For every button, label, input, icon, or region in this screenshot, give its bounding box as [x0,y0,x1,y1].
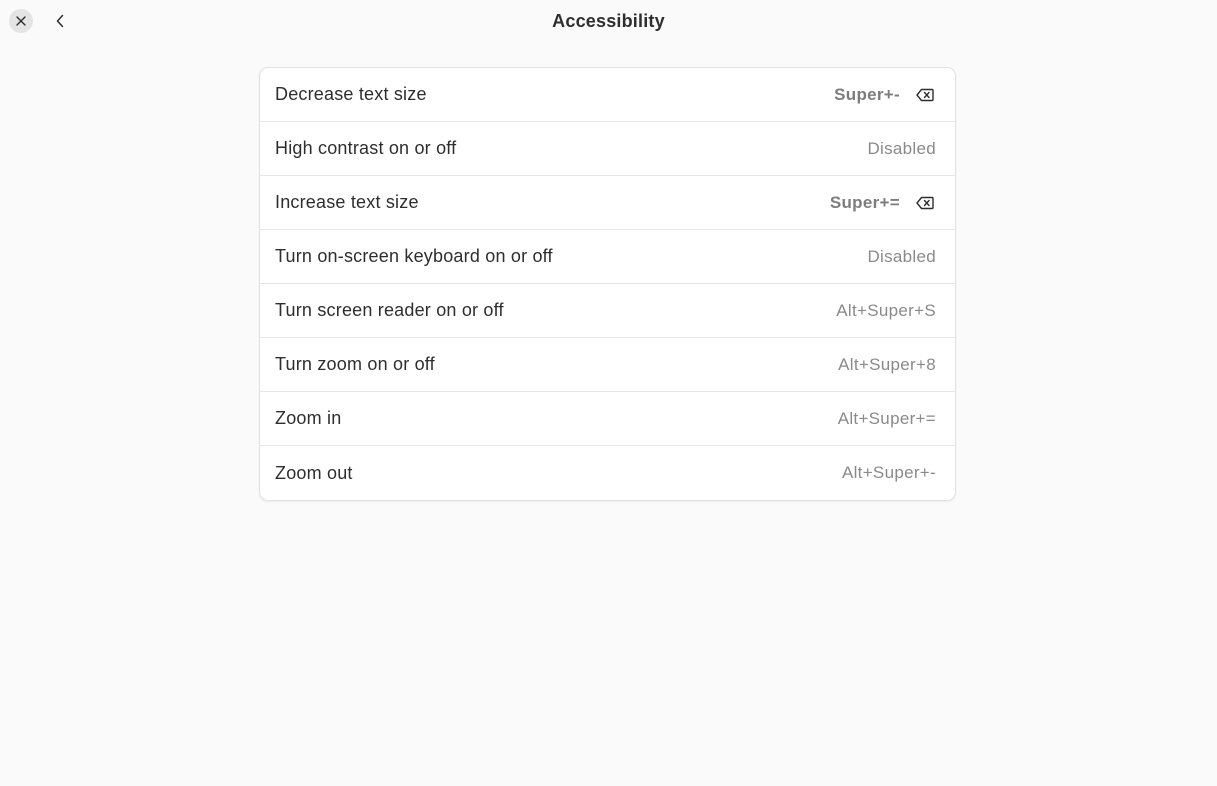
shortcut-label: Turn zoom on or off [275,354,435,374]
shortcut-value: Super+- [834,84,936,106]
shortcut-row-zoom-toggle[interactable]: Turn zoom on or off Alt+Super+8 [260,338,955,392]
shortcut-list: Decrease text size Super+- High contrast… [259,67,956,501]
shortcut-value: Disabled [867,247,936,267]
shortcut-label: Zoom out [275,462,353,483]
shortcut-row-zoom-out[interactable]: Zoom out Alt+Super+- [260,446,955,500]
shortcut-accelerator: Alt+Super+- [841,463,936,482]
shortcut-label: Turn screen reader on or off [275,300,504,320]
shortcut-accelerator: Disabled [867,138,936,158]
shortcut-label: Increase text size [275,192,419,212]
shortcut-value: Disabled [867,139,936,159]
shortcut-row-increase-text-size[interactable]: Increase text size Super+= [260,176,955,230]
shortcut-accelerator: Super+- [834,84,900,104]
shortcut-accelerator: Disabled [867,246,936,266]
shortcut-accelerator: Alt+Super+S [836,300,936,320]
reset-shortcut-button[interactable] [914,192,936,214]
shortcut-row-zoom-in[interactable]: Zoom in Alt+Super+= [260,392,955,446]
header-bar: Accessibility [0,0,1217,44]
shortcut-value: Alt+Super+= [838,409,936,429]
shortcut-label: Decrease text size [275,84,427,104]
shortcut-accelerator: Alt+Super+= [837,408,936,428]
shortcut-value: Alt+Super+- [842,463,936,483]
shortcut-row-screen-reader[interactable]: Turn screen reader on or off Alt+Super+S [260,284,955,338]
shortcut-label: Zoom in [275,408,342,428]
shortcut-value: Alt+Super+8 [838,355,936,375]
shortcut-accelerator: Super+= [829,192,900,212]
backspace-icon [916,196,934,209]
shortcut-label: High contrast on or off [275,138,457,158]
page-title: Accessibility [552,11,665,31]
shortcut-value: Super+= [830,192,936,214]
reset-shortcut-button[interactable] [914,84,936,106]
shortcut-row-decrease-text-size[interactable]: Decrease text size Super+- [260,68,955,122]
shortcut-row-high-contrast[interactable]: High contrast on or off Disabled [260,122,955,176]
window: Accessibility Decrease text size Super+-… [0,0,1217,786]
shortcut-row-on-screen-keyboard[interactable]: Turn on-screen keyboard on or off Disabl… [260,230,955,284]
shortcut-value: Alt+Super+S [836,301,936,321]
shortcut-accelerator: Alt+Super+8 [838,354,936,374]
shortcut-label: Turn on-screen keyboard on or off [275,246,553,266]
backspace-icon [916,88,934,101]
